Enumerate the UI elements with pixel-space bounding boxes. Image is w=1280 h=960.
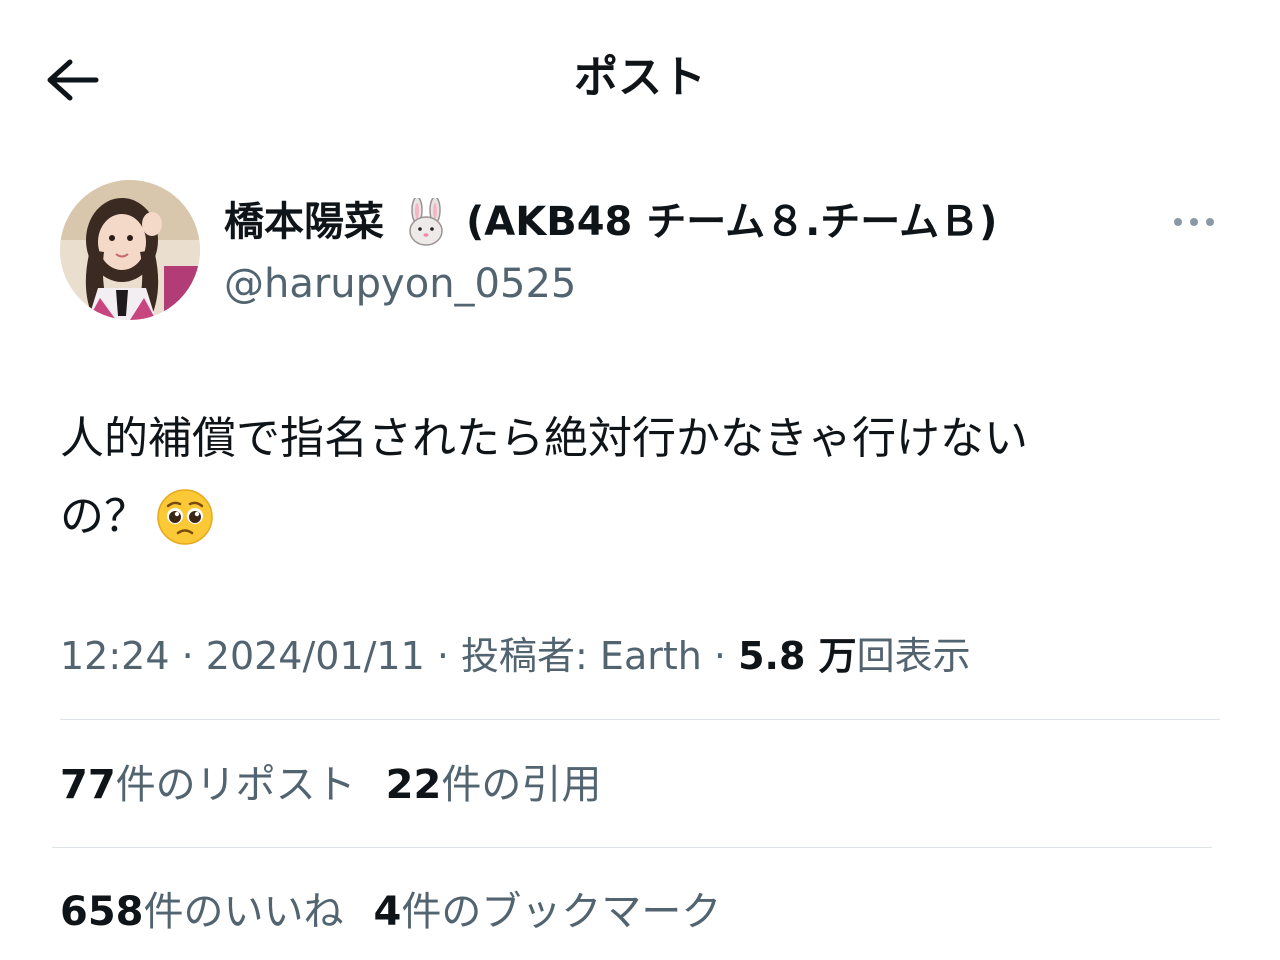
user-handle[interactable]: @harupyon_0525 <box>224 256 576 312</box>
engagement-row-reposts: 77件のリポスト 22件の引用 <box>60 757 601 813</box>
more-button[interactable] <box>1168 202 1220 242</box>
post-date[interactable]: 2024/01/11 <box>206 634 425 678</box>
divider <box>60 719 1220 720</box>
views-count: 5.8 万 <box>738 634 857 678</box>
meta-separator: · <box>424 634 462 678</box>
bookmarks-count: 4 <box>373 889 402 935</box>
quotes-label: 件の引用 <box>441 762 602 808</box>
post-time[interactable]: 12:24 <box>60 634 170 678</box>
display-name: 橋本陽菜 <box>224 199 384 245</box>
avatar-photo <box>60 180 200 320</box>
likes-count: 658 <box>60 889 144 935</box>
top-bar: ポスト <box>0 0 1280 160</box>
post-text-line: 人的補償で指名されたら絶対行かなきゃ行けない <box>60 413 1028 464</box>
divider <box>52 847 1212 848</box>
meta-separator: · <box>169 634 206 678</box>
quotes-count: 22 <box>385 762 442 808</box>
rabbit-face-icon <box>409 198 443 246</box>
bookmarks-link[interactable]: 4件のブックマーク <box>374 889 722 935</box>
reposts-count: 77 <box>60 762 116 808</box>
post-text-line-2: の？ <box>60 478 1200 556</box>
reposts-label: 件のリポスト <box>115 762 356 808</box>
reposts-link[interactable]: 77件のリポスト <box>60 762 356 808</box>
more-horizontal-icon <box>1174 218 1214 226</box>
pleading-face-icon <box>157 489 213 545</box>
bookmarks-label: 件のブックマーク <box>401 889 722 935</box>
display-name-line[interactable]: 橋本陽菜 (AKB48 チーム８.チームＢ) <box>224 194 997 250</box>
author-row: 橋本陽菜 (AKB48 チーム８.チームＢ) @harupyon_0525 <box>60 180 1220 324</box>
post-text: 人的補償で指名されたら絶対行かなきゃ行けない の？ <box>60 400 1200 556</box>
post-meta: 12:24 · 2024/01/11 · 投稿者: Earth · 5.8 万回… <box>60 628 971 684</box>
avatar[interactable] <box>60 180 200 320</box>
views-label: 回表示 <box>856 634 971 678</box>
posted-by: 投稿者: Earth <box>461 634 702 678</box>
quotes-link[interactable]: 22件の引用 <box>386 762 602 808</box>
likes-link[interactable]: 658件のいいね <box>60 889 344 935</box>
likes-label: 件のいいね <box>143 889 344 935</box>
display-name-suffix: (AKB48 チーム８.チームＢ) <box>466 199 998 245</box>
meta-separator: · <box>701 634 739 678</box>
engagement-row-likes: 658件のいいね 4件のブックマーク <box>60 884 721 940</box>
page-title: ポスト <box>574 52 706 103</box>
post-text-line: の？ <box>60 491 148 542</box>
